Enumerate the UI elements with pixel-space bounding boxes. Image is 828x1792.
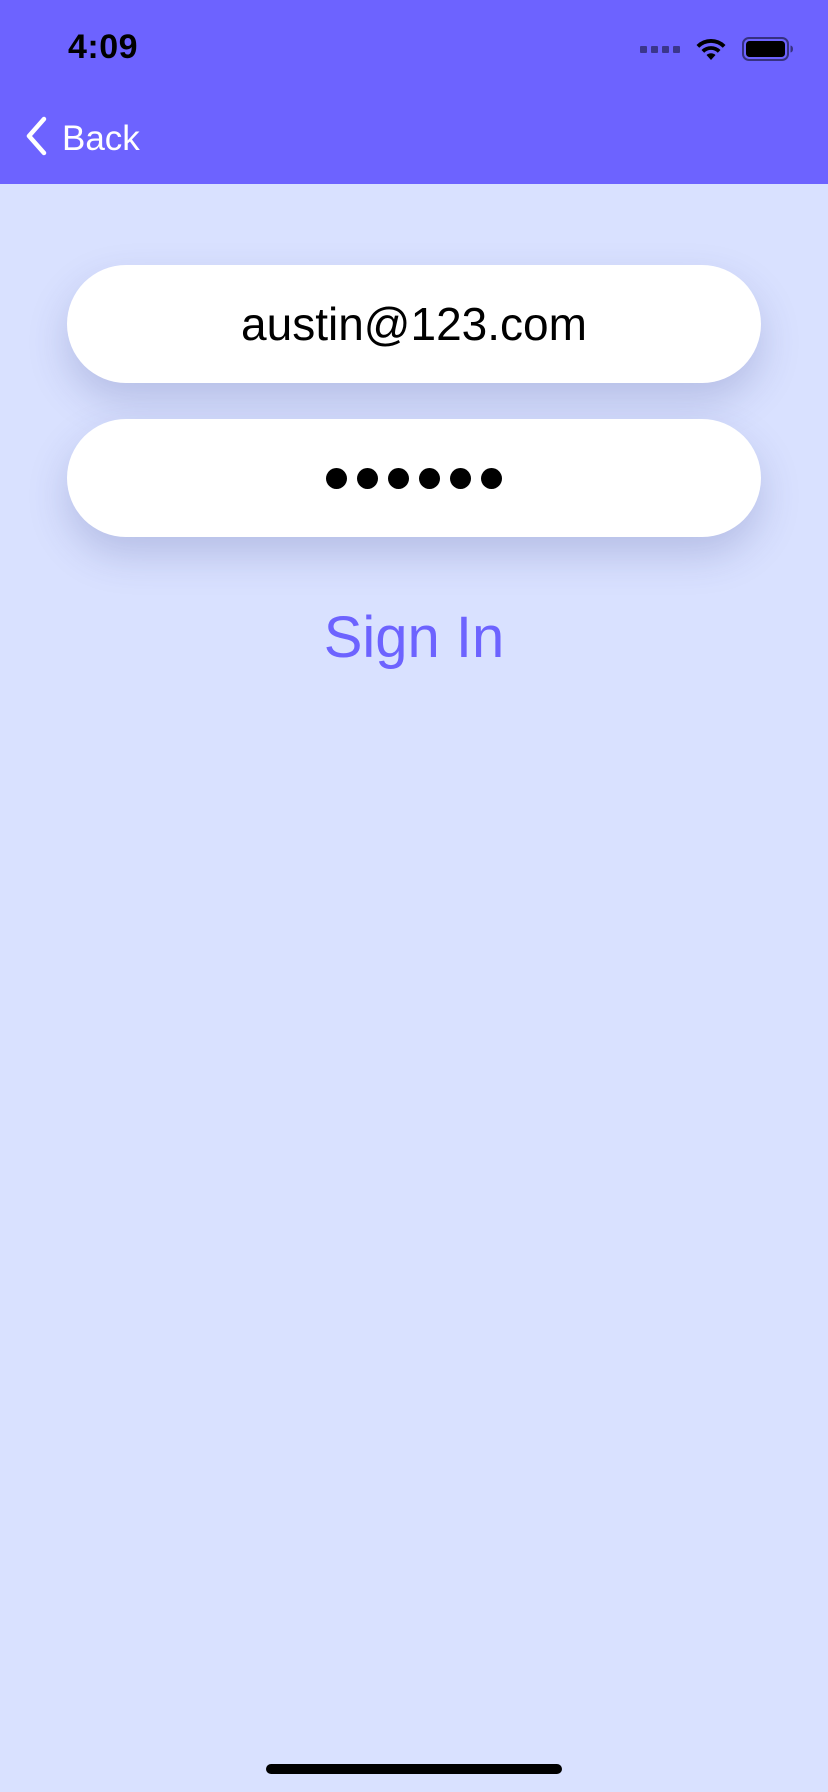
back-button[interactable]: Back <box>24 116 140 161</box>
chevron-left-icon <box>24 116 48 161</box>
battery-icon <box>742 36 794 62</box>
password-field[interactable] <box>67 419 761 537</box>
password-mask <box>326 467 502 489</box>
email-field[interactable] <box>67 296 761 352</box>
navigation-bar: 4:09 Back <box>0 0 828 184</box>
cellular-signal-icon <box>640 45 680 53</box>
email-field-container <box>67 265 761 383</box>
sign-in-button[interactable]: Sign In <box>0 604 828 671</box>
home-indicator[interactable] <box>266 1764 562 1774</box>
status-icons <box>640 36 794 62</box>
back-label: Back <box>62 118 140 158</box>
status-time: 4:09 <box>68 28 139 66</box>
wifi-icon <box>694 36 728 62</box>
